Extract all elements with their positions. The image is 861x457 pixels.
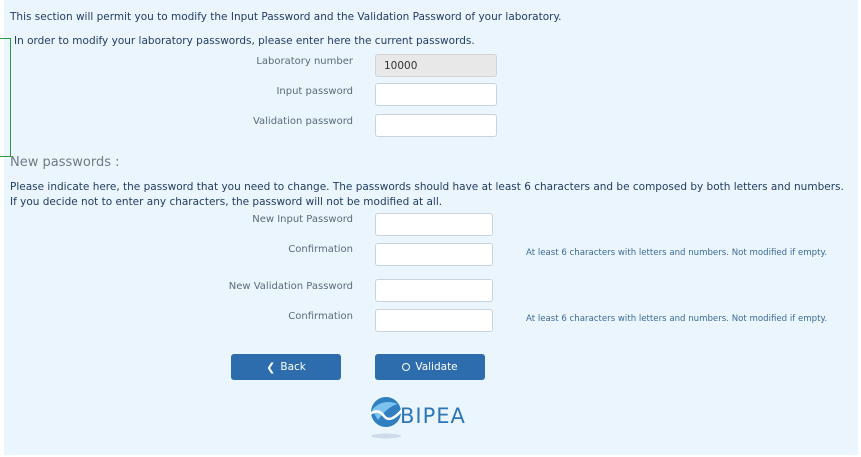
input-password-label: Input password (276, 86, 353, 97)
new-input-password-field[interactable] (375, 213, 493, 236)
bipea-logo-text: BIPEA (400, 404, 466, 428)
input-password-hint: At least 6 characters with letters and n… (526, 248, 828, 258)
new-validation-password-label: New Validation Password (228, 281, 353, 292)
circle-icon (402, 363, 411, 371)
new-validation-password-field[interactable] (375, 279, 493, 302)
new-passwords-instruction: Please indicate here, the password that … (10, 181, 844, 208)
bipea-logo: BIPEA (364, 390, 514, 442)
chevron-left-icon: ❮ (266, 360, 276, 374)
intro-text: This section will permit you to modify t… (10, 11, 562, 23)
validate-button-label: Validate (415, 361, 458, 373)
validation-password-hint: At least 6 characters with letters and n… (526, 314, 828, 324)
validation-password-field[interactable] (375, 114, 497, 137)
input-password-field[interactable] (375, 83, 497, 106)
bipea-logo-icon (369, 397, 403, 439)
current-section-bracket (0, 38, 11, 157)
validation-password-label: Validation password (252, 116, 353, 127)
lab-number-label: Laboratory number (256, 56, 353, 67)
input-confirmation-field[interactable] (375, 243, 493, 266)
input-confirmation-label: Confirmation (288, 244, 353, 255)
new-input-password-label: New Input Password (252, 214, 353, 225)
validation-confirmation-field[interactable] (375, 309, 493, 332)
current-instruction: In order to modify your laboratory passw… (14, 35, 475, 47)
back-button-label: Back (280, 361, 306, 373)
validate-button[interactable]: Validate (375, 354, 485, 380)
new-passwords-heading: New passwords : (10, 155, 120, 170)
validation-confirmation-label: Confirmation (288, 311, 353, 322)
back-button[interactable]: ❮ Back (231, 354, 341, 380)
lab-number-field (375, 54, 497, 77)
